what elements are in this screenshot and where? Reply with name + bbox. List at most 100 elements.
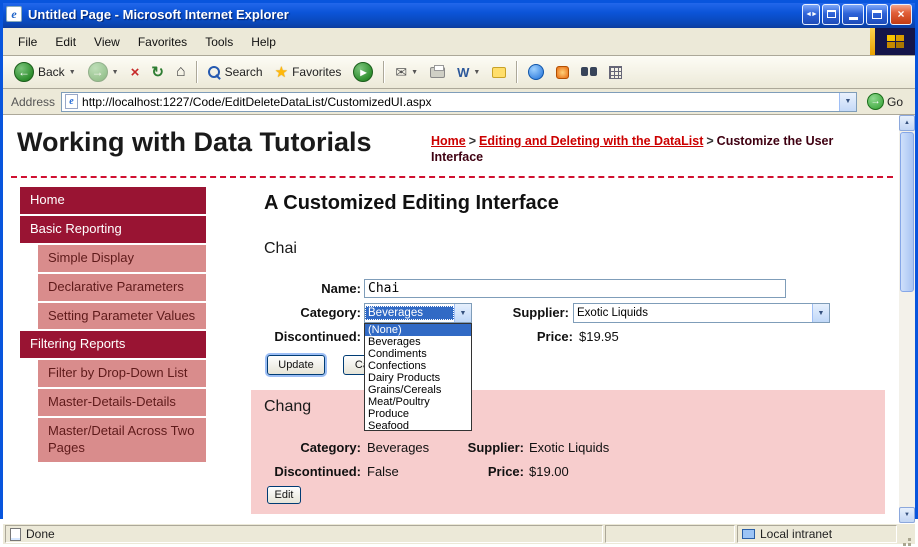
mail-chevron-icon: ▼: [411, 68, 419, 76]
intranet-zone-icon: [742, 529, 755, 539]
address-field[interactable]: e http://localhost:1227/Code/EditDeleteD…: [61, 91, 857, 112]
supplier-label: Supplier:: [512, 305, 569, 320]
status-pane-zone: Local intranet: [737, 525, 897, 543]
breadcrumb-section-link[interactable]: Editing and Deleting with the DataList: [479, 134, 703, 148]
favorites-button[interactable]: ★ Favorites: [270, 59, 347, 86]
category-dropdown-list: (None) Beverages Condiments Confections …: [364, 323, 472, 432]
supplier-select-value: Exotic Liquids: [577, 307, 648, 319]
dropdown-option-none[interactable]: (None): [365, 324, 471, 336]
print-button[interactable]: [425, 59, 450, 86]
product-name-chai: Chai: [264, 240, 297, 257]
stop-button[interactable]: ×: [126, 59, 145, 86]
menu-edit[interactable]: Edit: [46, 31, 85, 53]
status-pane-middle: [605, 525, 735, 543]
chang-category-label: Category:: [300, 440, 361, 455]
home-button[interactable]: ⌂: [171, 59, 191, 86]
supplier-select[interactable]: Exotic Liquids ▼: [573, 303, 830, 323]
discuss-icon: [492, 66, 507, 78]
address-label: Address: [11, 94, 56, 109]
menu-view[interactable]: View: [85, 31, 129, 53]
window-border-bottom: [0, 0, 918, 3]
site-title: Working with Data Tutorials: [17, 127, 372, 157]
sidebar-item-filter-by-dropdown-list[interactable]: Filter by Drop-Down List: [38, 360, 206, 388]
page-icon: e: [65, 94, 79, 109]
go-button[interactable]: → Go: [863, 93, 907, 110]
update-button[interactable]: Update: [267, 355, 325, 375]
back-chevron-icon: ▼: [68, 68, 76, 76]
search-label: Search: [224, 65, 263, 79]
research-icon: [556, 65, 570, 79]
messenger-icon: [528, 64, 545, 80]
menu-file[interactable]: File: [9, 31, 46, 53]
sidebar-item-master-detail-two-pages[interactable]: Master/Detail Across Two Pages: [38, 418, 206, 462]
dropdown-option-beverages[interactable]: Beverages: [365, 336, 471, 348]
favorites-label: Favorites: [292, 65, 342, 79]
maximize-button[interactable]: [866, 3, 888, 25]
category-label: Category:: [300, 305, 361, 320]
menu-tools[interactable]: Tools: [196, 31, 242, 53]
name-input[interactable]: [364, 279, 786, 298]
discontinued-label: Discontinued:: [274, 329, 361, 344]
sidebar-item-simple-display[interactable]: Simple Display: [38, 244, 206, 272]
scrollbar-thumb[interactable]: [900, 132, 914, 292]
sidebar-item-master-details-details[interactable]: Master-Details-Details: [38, 389, 206, 417]
vertical-scrollbar[interactable]: ▲ ▼: [899, 115, 915, 523]
search-icon: [207, 65, 221, 79]
edit-with-word-button[interactable]: W ▼: [452, 59, 485, 86]
search-button[interactable]: Search: [203, 59, 268, 86]
sidebar-item-home[interactable]: Home: [20, 187, 206, 214]
menu-favorites[interactable]: Favorites: [129, 31, 196, 53]
chang-price-label: Price:: [487, 464, 524, 479]
grid-button[interactable]: [604, 59, 627, 86]
titlebar-window-button[interactable]: [822, 3, 840, 25]
back-button[interactable]: ← Back ▼: [9, 59, 81, 86]
research-button[interactable]: [551, 59, 574, 86]
address-dropdown-button[interactable]: ▼: [838, 92, 856, 111]
dropdown-option-produce[interactable]: Produce: [365, 408, 471, 420]
status-text: Done: [26, 527, 55, 541]
toolbar-separator: [516, 61, 519, 83]
favorites-star-icon: ★: [274, 64, 289, 81]
edit-button[interactable]: Edit: [267, 486, 301, 504]
menu-help[interactable]: Help: [242, 31, 285, 53]
breadcrumb-home-link[interactable]: Home: [431, 134, 466, 148]
dropdown-option-dairy-products[interactable]: Dairy Products: [365, 372, 471, 384]
address-url[interactable]: http://localhost:1227/Code/EditDeleteDat…: [82, 95, 835, 109]
scroll-up-button[interactable]: ▲: [899, 115, 915, 131]
maximize-icon: [872, 9, 882, 19]
toolbar-separator: [195, 61, 198, 83]
media-button[interactable]: ▶: [348, 59, 378, 86]
browser-viewport: Working with Data Tutorials Home > Editing…: [3, 115, 915, 523]
dropdown-option-grains-cereals[interactable]: Grains/Cereals: [365, 384, 471, 396]
status-pane-main: Done: [5, 525, 603, 543]
sidebar-item-basic-reporting[interactable]: Basic Reporting: [20, 215, 206, 243]
sidebar-item-setting-parameter-values[interactable]: Setting Parameter Values: [38, 302, 206, 330]
dropdown-option-confections[interactable]: Confections: [365, 360, 471, 372]
discuss-button[interactable]: [487, 59, 511, 86]
dropdown-option-seafood[interactable]: Seafood: [365, 420, 471, 432]
forward-chevron-icon: ▼: [111, 68, 119, 76]
status-page-icon: [10, 527, 21, 541]
dropdown-option-meat-poultry[interactable]: Meat/Poultry: [365, 396, 471, 408]
header-divider: [11, 176, 893, 178]
find-button[interactable]: [576, 59, 602, 86]
scroll-down-button[interactable]: ▼: [899, 507, 915, 523]
resize-grip[interactable]: [899, 525, 913, 543]
close-button[interactable]: ×: [890, 3, 912, 25]
title-bar[interactable]: e Untitled Page - Microsoft Internet Exp…: [0, 0, 918, 28]
sidebar-item-declarative-parameters[interactable]: Declarative Parameters: [38, 273, 206, 301]
refresh-button[interactable]: ↻: [146, 59, 169, 86]
back-icon: ←: [14, 62, 34, 82]
window-controls: ◄► ×: [802, 3, 912, 25]
messenger-button[interactable]: [523, 59, 549, 86]
forward-button[interactable]: → ▼: [83, 59, 124, 86]
mail-button[interactable]: ✉ ▼: [390, 59, 423, 86]
supplier-select-arrow-icon[interactable]: ▼: [812, 304, 829, 322]
page-title: A Customized Editing Interface: [264, 192, 559, 214]
minimize-button[interactable]: [842, 3, 864, 25]
titlebar-arrows-button[interactable]: ◄►: [802, 3, 820, 25]
breadcrumb-separator: >: [468, 134, 477, 148]
home-icon: ⌂: [175, 63, 186, 80]
sidebar-item-filtering-reports[interactable]: Filtering Reports: [20, 331, 206, 359]
dropdown-option-condiments[interactable]: Condiments: [365, 348, 471, 360]
